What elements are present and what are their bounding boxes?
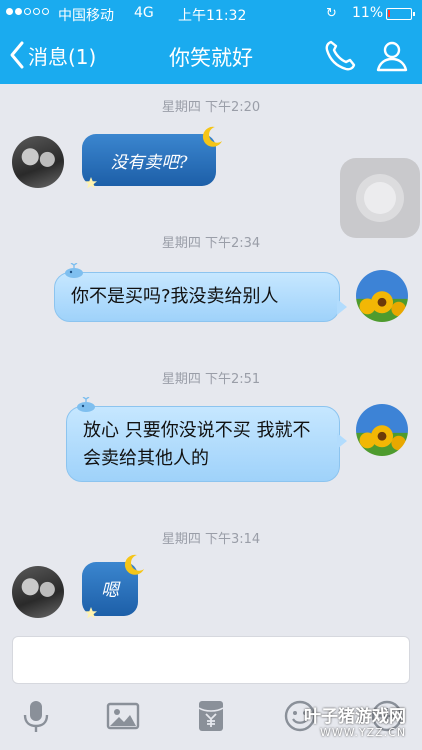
bubble-tail — [337, 299, 347, 315]
assistive-touch-center — [364, 182, 396, 214]
battery-icon — [386, 8, 415, 20]
chat-area[interactable]: 星期四 下午2:20 没有卖吧? 星期四 下午2:34 你不是买吗?我没卖给别人… — [0, 84, 422, 630]
friend-avatar[interactable] — [12, 566, 64, 618]
message-bubble[interactable]: 放心 只要你没说不买 我就不会卖给其他人的 — [66, 397, 347, 482]
message-text: 放心 只要你没说不买 我就不会卖给其他人的 — [83, 420, 311, 469]
battery-percent: 11% — [352, 5, 384, 21]
phone-icon[interactable] — [322, 38, 358, 74]
watermark: 叶子猪游戏网 WWW.YZZ.CN — [296, 700, 420, 744]
moon-icon — [124, 554, 144, 575]
whale-icon — [77, 397, 95, 412]
star-icon — [85, 607, 97, 619]
message-timestamp: 星期四 下午2:34 — [161, 236, 261, 251]
battery-level-fill — [388, 10, 390, 17]
message-timestamp: 星期四 下午3:14 — [161, 532, 261, 547]
clock: 上午11:32 — [178, 8, 247, 24]
status-bar: 中国移动 4G 上午11:32 ↻ 11% — [0, 0, 422, 28]
message-timestamp: 星期四 下午2:51 — [161, 372, 261, 387]
message-bubble[interactable]: 你不是买吗?我没卖给别人 — [54, 263, 347, 322]
profile-icon[interactable] — [374, 38, 410, 74]
message-input[interactable] — [12, 636, 410, 684]
page-title: 你笑就好 — [169, 46, 253, 70]
network-type: 4G — [134, 5, 154, 21]
whale-icon — [65, 263, 83, 278]
my-avatar[interactable] — [356, 270, 408, 322]
watermark-title: 叶子猪游戏网 — [304, 707, 406, 727]
message-text: 你不是买吗?我没卖给别人 — [71, 286, 279, 307]
bubble-tail — [337, 433, 347, 449]
nav-bar: 消息(1) 你笑就好 — [0, 28, 422, 84]
message-text: 没有卖吧? — [110, 152, 188, 173]
message-bubble[interactable]: 嗯 — [82, 554, 144, 619]
star-icon — [85, 177, 97, 189]
assistive-touch-button[interactable] — [340, 158, 420, 238]
moon-icon — [202, 126, 222, 147]
red-packet-icon[interactable] — [193, 698, 229, 734]
rotation-lock-icon: ↻ — [326, 6, 337, 21]
carrier-label: 中国移动 — [58, 8, 114, 24]
signal-strength-icon — [6, 8, 49, 15]
image-icon[interactable] — [105, 698, 141, 734]
friend-avatar[interactable] — [12, 136, 64, 188]
microphone-icon[interactable] — [18, 698, 54, 734]
my-avatar[interactable] — [356, 404, 408, 456]
message-timestamp: 星期四 下午2:20 — [161, 100, 261, 115]
watermark-url: WWW.YZZ.CN — [320, 726, 407, 739]
message-text: 嗯 — [101, 580, 119, 601]
message-bubble[interactable]: 没有卖吧? — [82, 126, 222, 189]
